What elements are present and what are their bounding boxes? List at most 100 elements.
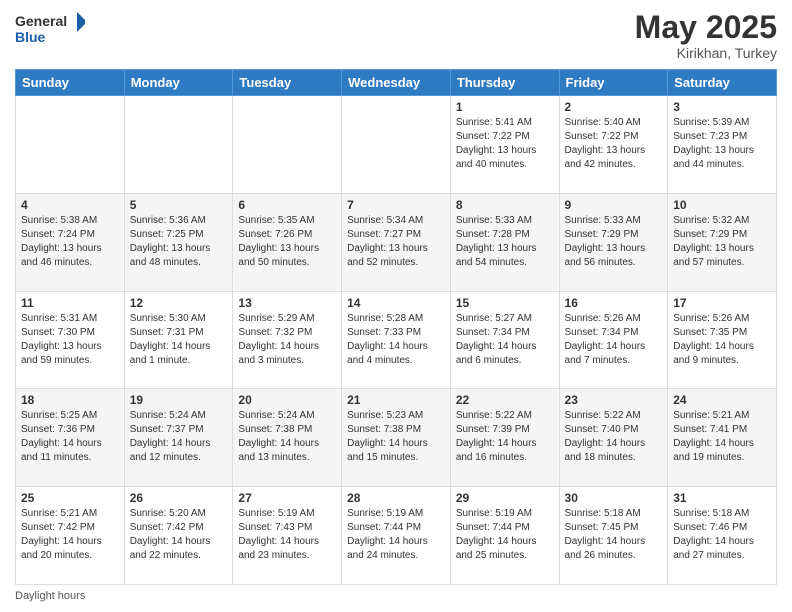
day-info: Sunrise: 5:25 AM Sunset: 7:36 PM Dayligh… xyxy=(21,409,119,465)
day-info: Sunrise: 5:33 AM Sunset: 7:28 PM Dayligh… xyxy=(456,214,554,270)
day-info: Sunrise: 5:33 AM Sunset: 7:29 PM Dayligh… xyxy=(565,214,663,270)
calendar-cell: 30Sunrise: 5:18 AM Sunset: 7:45 PM Dayli… xyxy=(559,487,668,585)
day-number: 27 xyxy=(238,491,336,505)
day-info: Sunrise: 5:40 AM Sunset: 7:22 PM Dayligh… xyxy=(565,116,663,172)
calendar-cell: 27 Sunrise: 5:19 AM Sunset: 7:43 PM Dayli… xyxy=(233,487,342,585)
day-info: Sunrise: 5:26 AM Sunset: 7:34 PM Dayligh… xyxy=(565,312,663,368)
day-number: 2 xyxy=(565,100,663,114)
calendar-cell: 3 Sunrise: 5:39 AM Sunset: 7:23 PM Daylig… xyxy=(668,96,777,194)
day-info: Sunrise: 5:28 AM Sunset: 7:33 PM Dayligh… xyxy=(347,312,445,368)
footer-note: Daylight hours xyxy=(15,590,777,602)
day-info: Sunrise: 5:30 AM Sunset: 7:31 PM Dayligh… xyxy=(130,312,228,368)
calendar-cell: 16 Sunrise: 5:26 AM Sunset: 7:34 PM Dayli… xyxy=(559,291,668,389)
day-info: Sunrise: 5:41 AM Sunset: 7:22 PM Dayligh… xyxy=(456,116,554,172)
calendar-cell: 13 Sunrise: 5:29 AM Sunset: 7:32 PM Dayli… xyxy=(233,291,342,389)
col-tuesday: Tuesday xyxy=(233,70,342,96)
day-number: 5 xyxy=(130,198,228,212)
day-number: 11 xyxy=(21,296,119,310)
day-number: 20 xyxy=(238,393,336,407)
logo-svg: General Blue xyxy=(15,10,85,52)
day-info: Sunrise: 5:27 AM Sunset: 7:34 PM Dayligh… xyxy=(456,312,554,368)
day-info: Sunrise: 5:21 AM Sunset: 7:42 PM Dayligh… xyxy=(21,507,119,563)
col-wednesday: Wednesday xyxy=(342,70,451,96)
calendar-cell xyxy=(16,96,125,194)
day-number: 13 xyxy=(238,296,336,310)
calendar-cell: 25 Sunrise: 5:21 AM Sunset: 7:42 PM Dayli… xyxy=(16,487,125,585)
calendar-cell: 20 Sunrise: 5:24 AM Sunset: 7:38 PM Dayli… xyxy=(233,389,342,487)
day-number: 12 xyxy=(130,296,228,310)
calendar-cell: 2 Sunrise: 5:40 AM Sunset: 7:22 PM Daylig… xyxy=(559,96,668,194)
day-number: 16 xyxy=(565,296,663,310)
day-number: 31 xyxy=(673,491,771,505)
day-info: Sunrise: 5:18 AM Sunset: 7:46 PM Dayligh… xyxy=(673,507,771,563)
day-number: 14 xyxy=(347,296,445,310)
day-number: 1 xyxy=(456,100,554,114)
calendar-cell: 26 Sunrise: 5:20 AM Sunset: 7:42 PM Dayli… xyxy=(124,487,233,585)
calendar-cell: 10Sunrise: 5:32 AM Sunset: 7:29 PM Dayli… xyxy=(668,193,777,291)
calendar-cell: 18 Sunrise: 5:25 AM Sunset: 7:36 PM Dayli… xyxy=(16,389,125,487)
week-row-5: 25 Sunrise: 5:21 AM Sunset: 7:42 PM Dayli… xyxy=(16,487,777,585)
day-info: Sunrise: 5:39 AM Sunset: 7:23 PM Dayligh… xyxy=(673,116,771,172)
day-info: Sunrise: 5:24 AM Sunset: 7:38 PM Dayligh… xyxy=(238,409,336,465)
day-number: 24 xyxy=(673,393,771,407)
calendar-cell: 5 Sunrise: 5:36 AM Sunset: 7:25 PM Daylig… xyxy=(124,193,233,291)
day-info: Sunrise: 5:26 AM Sunset: 7:35 PM Dayligh… xyxy=(673,312,771,368)
day-info: Sunrise: 5:18 AM Sunset: 7:45 PM Dayligh… xyxy=(565,507,663,563)
main-title: May 2025 xyxy=(635,10,777,45)
day-number: 4 xyxy=(21,198,119,212)
calendar-cell: 1 Sunrise: 5:41 AM Sunset: 7:22 PM Daylig… xyxy=(450,96,559,194)
day-number: 21 xyxy=(347,393,445,407)
day-info: Sunrise: 5:35 AM Sunset: 7:26 PM Dayligh… xyxy=(238,214,336,270)
day-number: 17 xyxy=(673,296,771,310)
day-info: Sunrise: 5:29 AM Sunset: 7:32 PM Dayligh… xyxy=(238,312,336,368)
day-number: 15 xyxy=(456,296,554,310)
subtitle: Kirikhan, Turkey xyxy=(635,45,777,61)
day-info: Sunrise: 5:24 AM Sunset: 7:37 PM Dayligh… xyxy=(130,409,228,465)
calendar-cell: 22 Sunrise: 5:22 AM Sunset: 7:39 PM Dayli… xyxy=(450,389,559,487)
day-number: 18 xyxy=(21,393,119,407)
day-info: Sunrise: 5:31 AM Sunset: 7:30 PM Dayligh… xyxy=(21,312,119,368)
calendar-cell: 31 Sunrise: 5:18 AM Sunset: 7:46 PM Dayli… xyxy=(668,487,777,585)
calendar-cell: 21 Sunrise: 5:23 AM Sunset: 7:38 PM Dayli… xyxy=(342,389,451,487)
calendar-cell: 15 Sunrise: 5:27 AM Sunset: 7:34 PM Dayli… xyxy=(450,291,559,389)
day-number: 8 xyxy=(456,198,554,212)
calendar-cell: 11 Sunrise: 5:31 AM Sunset: 7:30 PM Dayli… xyxy=(16,291,125,389)
calendar-cell: 6Sunrise: 5:35 AM Sunset: 7:26 PM Daylig… xyxy=(233,193,342,291)
day-number: 3 xyxy=(673,100,771,114)
col-saturday: Saturday xyxy=(668,70,777,96)
calendar-header-row: Sunday Monday Tuesday Wednesday Thursday… xyxy=(16,70,777,96)
day-info: Sunrise: 5:20 AM Sunset: 7:42 PM Dayligh… xyxy=(130,507,228,563)
title-block: May 2025 Kirikhan, Turkey xyxy=(635,10,777,61)
day-number: 26 xyxy=(130,491,228,505)
col-friday: Friday xyxy=(559,70,668,96)
col-monday: Monday xyxy=(124,70,233,96)
calendar-cell xyxy=(124,96,233,194)
calendar-cell: 14 Sunrise: 5:28 AM Sunset: 7:33 PM Dayli… xyxy=(342,291,451,389)
logo: General Blue xyxy=(15,10,85,52)
calendar-table: Sunday Monday Tuesday Wednesday Thursday… xyxy=(15,69,777,585)
calendar-cell: 23 Sunrise: 5:22 AM Sunset: 7:40 PM Dayli… xyxy=(559,389,668,487)
day-info: Sunrise: 5:22 AM Sunset: 7:39 PM Dayligh… xyxy=(456,409,554,465)
day-info: Sunrise: 5:38 AM Sunset: 7:24 PM Dayligh… xyxy=(21,214,119,270)
day-info: Sunrise: 5:22 AM Sunset: 7:40 PM Dayligh… xyxy=(565,409,663,465)
day-info: Sunrise: 5:34 AM Sunset: 7:27 PM Dayligh… xyxy=(347,214,445,270)
calendar-cell: 19Sunrise: 5:24 AM Sunset: 7:37 PM Dayli… xyxy=(124,389,233,487)
day-info: Sunrise: 5:36 AM Sunset: 7:25 PM Dayligh… xyxy=(130,214,228,270)
day-number: 22 xyxy=(456,393,554,407)
day-number: 25 xyxy=(21,491,119,505)
day-info: Sunrise: 5:19 AM Sunset: 7:44 PM Dayligh… xyxy=(456,507,554,563)
svg-text:Blue: Blue xyxy=(15,29,46,45)
calendar-cell: 29 Sunrise: 5:19 AM Sunset: 7:44 PM Dayli… xyxy=(450,487,559,585)
day-info: Sunrise: 5:23 AM Sunset: 7:38 PM Dayligh… xyxy=(347,409,445,465)
day-number: 29 xyxy=(456,491,554,505)
calendar-cell: 28Sunrise: 5:19 AM Sunset: 7:44 PM Dayli… xyxy=(342,487,451,585)
day-info: Sunrise: 5:21 AM Sunset: 7:41 PM Dayligh… xyxy=(673,409,771,465)
week-row-4: 18 Sunrise: 5:25 AM Sunset: 7:36 PM Dayli… xyxy=(16,389,777,487)
header: General Blue May 2025 Kirikhan, Turkey xyxy=(15,10,777,61)
calendar-cell: 17 Sunrise: 5:26 AM Sunset: 7:35 PM Dayli… xyxy=(668,291,777,389)
day-info: Sunrise: 5:19 AM Sunset: 7:43 PM Dayligh… xyxy=(238,507,336,563)
svg-text:General: General xyxy=(15,13,67,29)
day-number: 23 xyxy=(565,393,663,407)
day-info: Sunrise: 5:19 AM Sunset: 7:44 PM Dayligh… xyxy=(347,507,445,563)
calendar-cell: 8 Sunrise: 5:33 AM Sunset: 7:28 PM Daylig… xyxy=(450,193,559,291)
